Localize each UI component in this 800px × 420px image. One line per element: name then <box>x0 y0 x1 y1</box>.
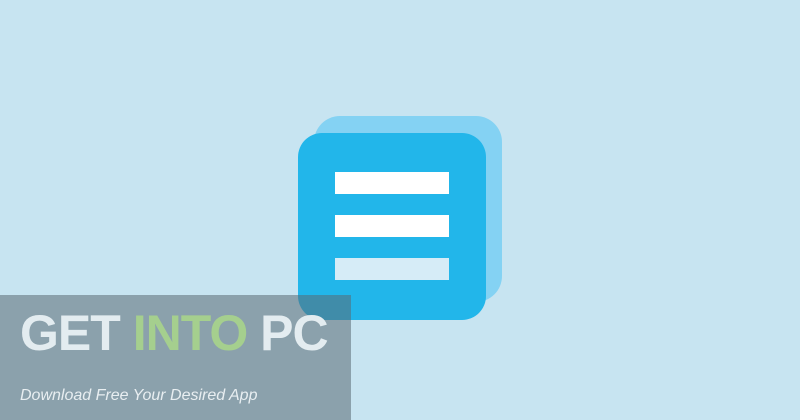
watermark-tagline: Download Free Your Desired App <box>20 387 258 404</box>
watermark-title-word-2: INTO <box>132 305 249 361</box>
menu-bar-3 <box>335 258 449 280</box>
menu-bar-1 <box>335 172 449 194</box>
watermark-title-word-3: PC <box>260 305 328 361</box>
watermark-title-word-1: GET <box>20 305 121 361</box>
watermark-banner: GET INTO PC Download Free Your Desired A… <box>0 295 351 420</box>
app-icon <box>298 116 502 320</box>
menu-bar-2 <box>335 215 449 237</box>
icon-front-layer <box>298 133 486 320</box>
watermark-title: GET INTO PC <box>20 303 329 363</box>
